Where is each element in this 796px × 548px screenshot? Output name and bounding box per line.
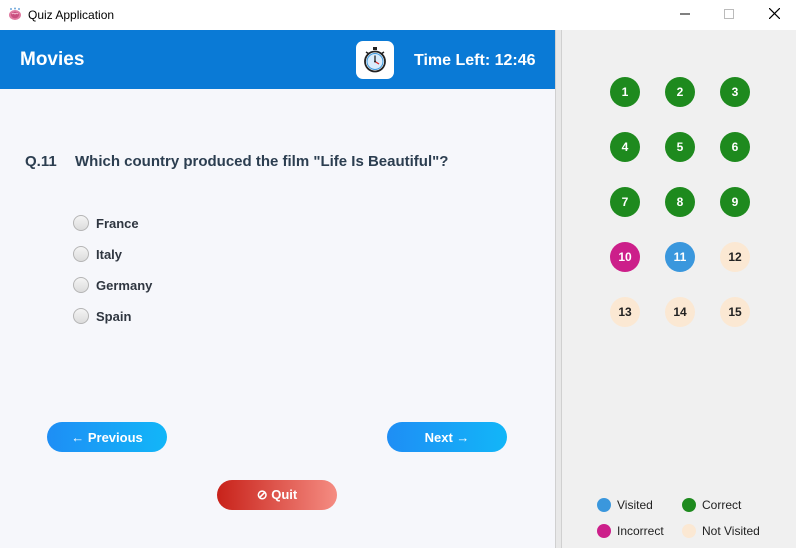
radio-button[interactable] [73, 246, 89, 262]
correct-dot [682, 498, 696, 512]
question-nav-button-10[interactable]: 10 [610, 242, 640, 272]
legend-visited: Visited [597, 498, 653, 512]
question-navigator: 1 2 3 4 5 6 7 8 9 10 11 12 13 14 15 Visited Correct In… [562, 30, 796, 548]
minimize-button[interactable] [662, 0, 708, 30]
brain-icon [8, 7, 22, 21]
minimize-icon [680, 6, 690, 24]
radio-button[interactable] [73, 277, 89, 293]
radio-button[interactable] [73, 215, 89, 231]
question-nav-button-8[interactable]: 8 [665, 187, 695, 217]
question-nav-button-13[interactable]: 13 [610, 297, 640, 327]
quiz-header: Movies Time Left: 12:46 [0, 30, 555, 89]
close-icon [768, 6, 780, 24]
close-button[interactable] [751, 0, 796, 30]
option-france[interactable]: France [73, 213, 139, 233]
option-label: Italy [96, 246, 123, 262]
question-nav-button-9[interactable]: 9 [720, 187, 750, 217]
legend-label: Not Visited [702, 524, 760, 538]
incorrect-dot [597, 524, 611, 538]
legend-correct: Correct [682, 498, 741, 512]
question-nav-button-15[interactable]: 15 [720, 297, 750, 327]
question-nav-button-11[interactable]: 11 [665, 242, 695, 272]
maximize-icon [724, 6, 734, 24]
title-bar: Quiz Application [0, 0, 796, 30]
question-nav-button-14[interactable]: 14 [665, 297, 695, 327]
question-nav-button-12[interactable]: 12 [720, 242, 750, 272]
option-spain[interactable]: Spain [73, 306, 131, 326]
legend-label: Correct [702, 498, 742, 512]
question-nav-button-6[interactable]: 6 [720, 132, 750, 162]
stopwatch-icon [356, 41, 394, 79]
question-nav-button-5[interactable]: 5 [665, 132, 695, 162]
option-italy[interactable]: Italy [73, 244, 122, 264]
option-label: France [96, 215, 139, 231]
question-nav-button-2[interactable]: 2 [665, 77, 695, 107]
window-title: Quiz Application [28, 8, 115, 22]
quiz-panel: Movies Time Left: 12:46 Q.11 Which count… [0, 30, 555, 548]
category-title: Movies [20, 49, 85, 70]
not-visited-dot [682, 524, 696, 538]
maximize-button[interactable] [706, 0, 752, 30]
question-nav-button-7[interactable]: 7 [610, 187, 640, 217]
next-button[interactable]: Next → [387, 422, 507, 452]
legend-incorrect: Incorrect [597, 524, 664, 538]
question-nav-button-4[interactable]: 4 [610, 132, 640, 162]
legend-not-visited: Not Visited [682, 524, 760, 538]
option-label: Germany [96, 277, 153, 293]
previous-button[interactable]: ← Previous [47, 422, 167, 452]
option-label: Spain [96, 308, 132, 324]
legend-label: Visited [617, 498, 653, 512]
question-nav-button-1[interactable]: 1 [610, 77, 640, 107]
time-left-label: Time Left: 12:46 [414, 52, 536, 69]
option-germany[interactable]: Germany [73, 275, 152, 295]
legend-label: Incorrect [617, 524, 664, 538]
visited-dot [597, 498, 611, 512]
question-number: Q.11 [25, 153, 57, 170]
panel-splitter[interactable] [555, 30, 562, 548]
radio-button[interactable] [73, 308, 89, 324]
question-nav-button-3[interactable]: 3 [720, 77, 750, 107]
question-text: Which country produced the film "Life Is… [75, 153, 449, 170]
quit-button[interactable]: ⊘ Quit [217, 480, 337, 510]
